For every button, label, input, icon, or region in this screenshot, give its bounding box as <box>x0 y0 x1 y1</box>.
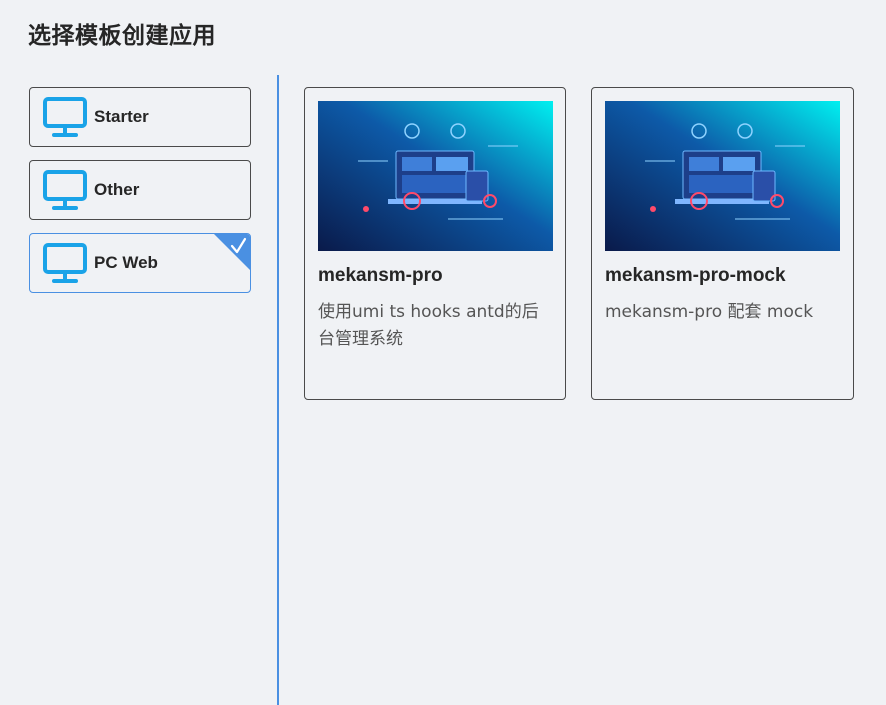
category-item-pc-web[interactable]: PC Web <box>29 233 251 293</box>
monitor-icon <box>41 239 89 287</box>
template-title: mekansm-pro <box>318 265 443 286</box>
template-title: mekansm-pro-mock <box>605 265 786 286</box>
page-title: 选择模板创建应用 <box>28 23 216 49</box>
category-label: PC Web <box>94 253 158 272</box>
category-label: Other <box>94 180 140 199</box>
template-category-list: Starter Other PC Web <box>29 87 251 306</box>
template-card[interactable]: mekansm-pro-mock mekansm-pro 配套 mock <box>591 87 854 400</box>
monitor-icon <box>41 166 89 214</box>
template-thumbnail-image <box>605 101 840 251</box>
monitor-icon <box>41 93 89 141</box>
selected-check-icon <box>214 234 250 270</box>
template-card-list: mekansm-pro 使用umi ts hooks antd的后台管理系统 m… <box>304 87 879 400</box>
category-label: Starter <box>94 107 149 126</box>
category-item-other[interactable]: Other <box>29 160 251 220</box>
template-thumbnail-image <box>318 101 553 251</box>
vertical-divider <box>277 75 279 705</box>
category-item-starter[interactable]: Starter <box>29 87 251 147</box>
template-description: 使用umi ts hooks antd的后台管理系统 <box>318 302 539 349</box>
template-description: mekansm-pro 配套 mock <box>605 302 814 322</box>
template-card[interactable]: mekansm-pro 使用umi ts hooks antd的后台管理系统 <box>304 87 566 400</box>
